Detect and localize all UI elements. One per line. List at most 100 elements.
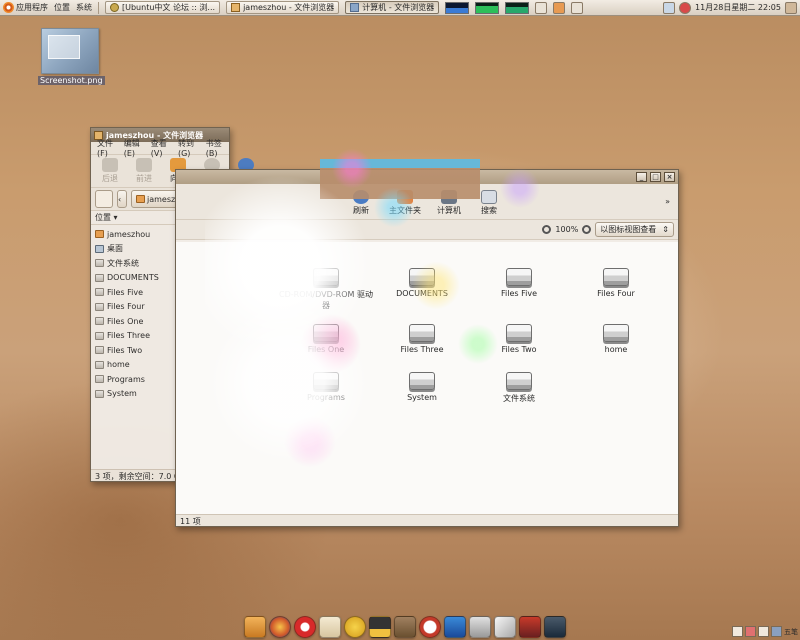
sidebar-item-label: Programs <box>107 374 145 384</box>
item-home[interactable]: home <box>568 324 664 354</box>
mail-icon[interactable] <box>535 1 548 14</box>
sidebar-item-label: Files One <box>107 316 144 326</box>
menu-edit[interactable]: 编辑(E) <box>124 138 141 158</box>
icon-view: CD-ROM/DVD-ROM 驱动器 DOCUMENTS Files Five … <box>176 242 678 514</box>
logout-icon[interactable] <box>785 1 797 14</box>
desktop-file-screenshot[interactable]: Screenshot.png <box>38 28 105 85</box>
edit-location-icon[interactable] <box>95 190 113 208</box>
sidebar-item-label: System <box>107 389 137 399</box>
path-left-arrow[interactable]: ‹ <box>117 190 127 208</box>
task-label: jameszhou - 文件浏览器 <box>243 3 335 12</box>
view-mode-select[interactable]: 以图标视图查看 ⇕ <box>595 222 674 237</box>
menu-file[interactable]: 文件(F) <box>97 138 114 158</box>
drive-icon <box>506 268 532 286</box>
home-icon <box>95 230 104 239</box>
system-menu[interactable]: 系统 <box>76 1 92 15</box>
item-files-five[interactable]: Files Five <box>471 268 567 298</box>
sidebar-item-label: DOCUMENTS <box>107 273 159 283</box>
zoom-in-icon[interactable] <box>582 225 592 234</box>
menu-view[interactable]: 查看(V) <box>151 138 168 158</box>
menu-bookmarks[interactable]: 书签(B) <box>206 138 223 158</box>
item-label: Files Five <box>501 289 537 298</box>
fullwidth-icon[interactable] <box>745 626 756 637</box>
input-method-label[interactable]: 五笔 <box>784 627 798 637</box>
back-label: 后退 <box>102 174 118 183</box>
home-label: 主文件夹 <box>389 206 421 215</box>
folder-icon <box>231 3 241 12</box>
window-icon[interactable] <box>553 1 566 14</box>
zoom-out-icon[interactable] <box>542 225 552 234</box>
zoom-level[interactable]: 100% <box>555 225 578 234</box>
sidebar-mode-select[interactable]: 位置 ▾ <box>95 212 118 223</box>
clock-label[interactable]: 11月28日星期二 22:05 <box>695 2 781 13</box>
applications-menu[interactable]: 应用程序 <box>3 1 48 15</box>
view-bar: 100% 以图标视图查看 ⇕ <box>176 220 678 240</box>
workspace-icon[interactable] <box>571 1 584 14</box>
drive-icon <box>95 273 104 282</box>
task-button-home-browser[interactable]: jameszhou - 文件浏览器 <box>226 1 340 14</box>
maximize-icon[interactable]: □ <box>650 172 661 182</box>
panel-separator <box>98 1 99 14</box>
item-files-one[interactable]: Files One <box>278 324 374 354</box>
task-label: [Ubuntu中文 论坛 :: 浏... <box>122 3 216 12</box>
places-menu-label: 位置 <box>54 3 70 12</box>
tux-icon[interactable] <box>369 616 391 638</box>
ubuntu-logo-icon <box>3 2 14 13</box>
item-files-two[interactable]: Files Two <box>471 324 567 354</box>
item-system[interactable]: System <box>374 372 470 402</box>
folder-icon[interactable] <box>244 616 266 638</box>
item-filesystem[interactable]: 文件系统 <box>471 372 567 404</box>
drive-icon <box>313 372 339 390</box>
sidebar-item-label: 文件系统 <box>107 258 139 268</box>
toolbar-overflow-icon[interactable]: » <box>665 197 670 206</box>
close-icon[interactable]: × <box>664 172 675 182</box>
opera-icon[interactable] <box>294 616 316 638</box>
desktop-file-label: Screenshot.png <box>38 76 105 85</box>
task-button-computer[interactable]: 计算机 - 文件浏览器 <box>345 1 440 14</box>
gimp-icon[interactable] <box>394 616 416 638</box>
task-button-forum[interactable]: [Ubuntu中文 论坛 :: 浏... <box>105 1 221 14</box>
item-label: System <box>407 393 437 402</box>
menubar: 文件(F) 编辑(E) 查看(V) 转到(G) 书签(B) <box>91 139 229 158</box>
sidebar-item-label: Files Four <box>107 302 145 312</box>
drive-icon <box>95 360 104 369</box>
messenger-icon[interactable] <box>444 616 466 638</box>
drive-icon <box>313 324 339 342</box>
disk-icon[interactable] <box>469 616 491 638</box>
input-method-icon[interactable] <box>732 626 743 637</box>
network-status-icon[interactable] <box>663 1 676 14</box>
pen-icon[interactable] <box>494 616 516 638</box>
bottom-dock <box>240 614 580 640</box>
menu-go[interactable]: 转到(G) <box>178 138 196 158</box>
update-notifier-icon[interactable] <box>679 1 692 14</box>
places-menu[interactable]: 位置 <box>54 1 70 15</box>
firefox-icon[interactable] <box>269 616 291 638</box>
keyboard-icon[interactable] <box>771 626 782 637</box>
monitor-icon[interactable] <box>544 616 566 638</box>
status-text: 11 项 <box>180 517 201 526</box>
info-icon[interactable] <box>344 616 366 638</box>
applications-menu-label: 应用程序 <box>16 3 48 12</box>
search-icon <box>481 190 497 204</box>
chevron-updown-icon: ⇕ <box>662 225 669 234</box>
optical-drive-icon <box>313 268 339 286</box>
tool-icon[interactable] <box>519 616 541 638</box>
item-programs[interactable]: Programs <box>278 372 374 402</box>
status-text: 3 项，剩余空间：7.0 GB <box>95 472 186 481</box>
back-button[interactable]: 后退 <box>95 157 125 185</box>
minimize-icon[interactable]: _ <box>636 172 647 182</box>
item-label: 文件系统 <box>503 394 535 403</box>
punctuation-icon[interactable] <box>758 626 769 637</box>
item-label: DOCUMENTS <box>396 289 448 298</box>
item-files-four[interactable]: Files Four <box>568 268 664 298</box>
view-mode-label: 以图标视图查看 <box>600 225 657 234</box>
mail-icon[interactable] <box>319 616 341 638</box>
item-cdrom[interactable]: CD-ROM/DVD-ROM 驱动器 <box>278 268 374 311</box>
input-method-tray: 五笔 <box>732 626 798 637</box>
memory-monitor <box>475 1 500 14</box>
clock-icon[interactable] <box>419 616 441 638</box>
item-documents[interactable]: DOCUMENTS <box>374 268 470 298</box>
forward-button[interactable]: 前进 <box>129 157 159 185</box>
item-files-three[interactable]: Files Three <box>374 324 470 354</box>
image-thumbnail-icon <box>41 28 99 74</box>
